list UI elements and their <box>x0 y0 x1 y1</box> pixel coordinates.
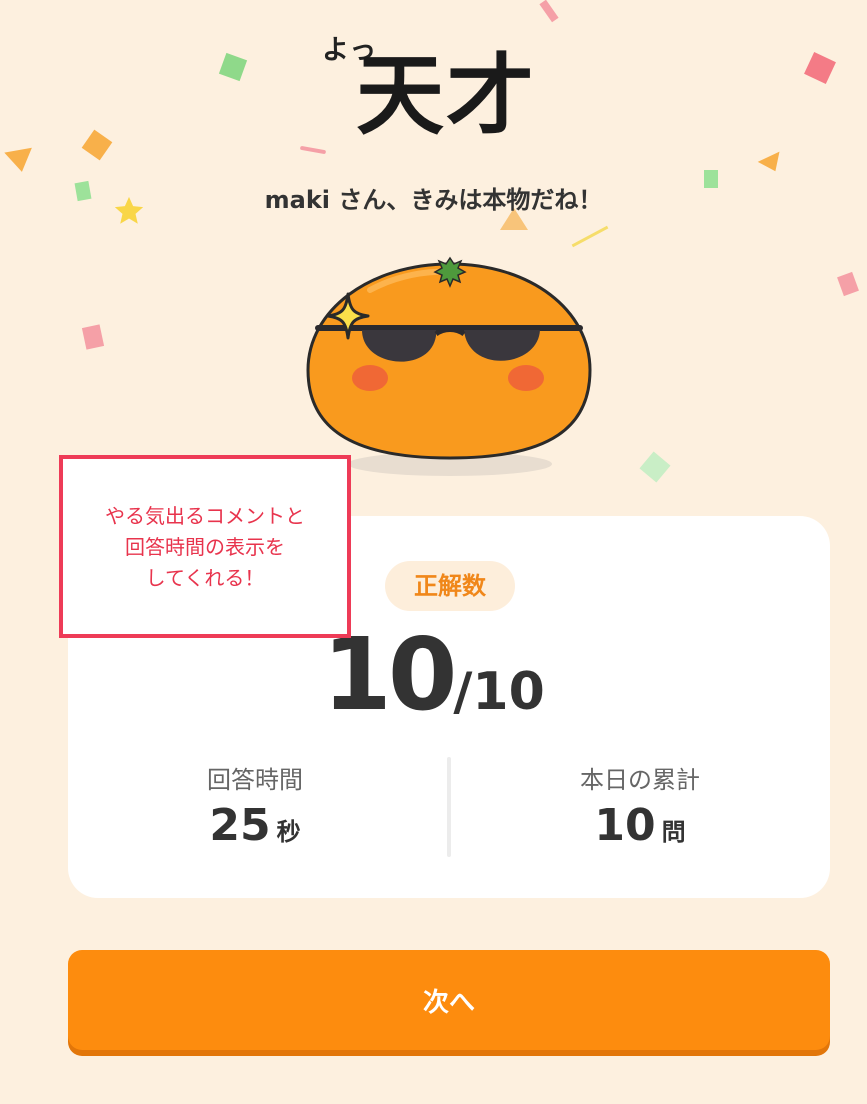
answer-time-value: 25 秒 <box>160 800 350 851</box>
next-button[interactable]: 次へ <box>68 950 830 1050</box>
confetti-piece <box>837 271 859 297</box>
answer-time-unit: 秒 <box>276 818 301 846</box>
daily-total-label: 本日の累計 <box>580 766 700 794</box>
answer-time-label: 回答時間 <box>207 766 303 794</box>
daily-total-number: 10 <box>594 800 656 851</box>
rank-title: 天才 <box>356 44 537 147</box>
stats-divider <box>447 757 451 857</box>
confetti-piece <box>757 151 787 177</box>
daily-total-value: 10 問 <box>540 800 740 851</box>
confetti-piece <box>804 52 836 84</box>
encouragement-message: maki さん、きみは本物だね！ <box>264 186 603 214</box>
daily-total-unit: 問 <box>661 818 686 846</box>
confetti-piece <box>299 145 327 155</box>
annotation-text: やる気出るコメントと 回答時間の表示を してくれる！ <box>105 504 305 590</box>
score-total: /10 <box>453 662 545 722</box>
confetti-piece <box>639 451 671 483</box>
confetti-piece <box>218 52 248 82</box>
confetti-piece <box>571 225 609 248</box>
result-screen: よっ 天才 maki さん、きみは本物だね！ 正解数 10/10 回答時間 25… <box>0 0 867 1104</box>
confetti-piece <box>81 129 113 161</box>
confetti-piece <box>539 0 559 23</box>
confetti-piece <box>81 324 105 350</box>
answer-time-number: 25 <box>209 800 271 851</box>
sunglasses-mandarin-mascot-icon <box>306 256 592 476</box>
correct-count-badge: 正解数 <box>385 561 515 611</box>
confetti-piece <box>4 147 36 175</box>
annotation-callout: やる気出るコメントと 回答時間の表示を してくれる！ <box>59 455 351 638</box>
